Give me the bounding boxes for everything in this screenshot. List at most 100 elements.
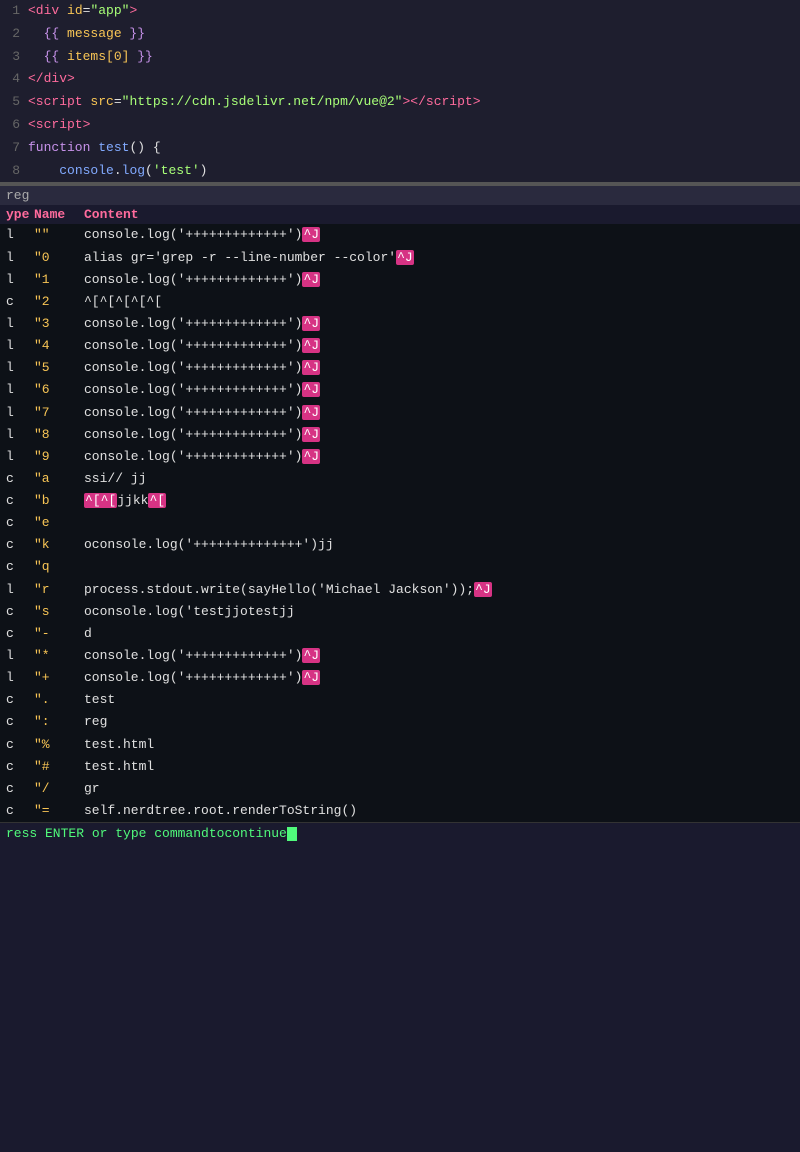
- line-number: 3: [0, 47, 28, 68]
- reg-row: l"8console.log('+++++++++++++')^J: [0, 424, 800, 446]
- reg-row: c"e: [0, 512, 800, 534]
- line-number: 2: [0, 24, 28, 45]
- reg-type: c: [6, 513, 34, 533]
- reg-name: "6: [34, 380, 84, 400]
- reg-name: "": [34, 225, 84, 245]
- reg-type: c: [6, 779, 34, 799]
- code-line: 4</div>: [0, 68, 800, 91]
- reg-content: ^[^[^[^[^[: [84, 292, 794, 312]
- reg-row: c"=self.nerdtree.root.renderToString(): [0, 800, 800, 822]
- code-line: 2 {{ message }}: [0, 23, 800, 46]
- reg-type: l: [6, 403, 34, 423]
- line-content: function test() {: [28, 138, 800, 159]
- reg-type: c: [6, 557, 34, 577]
- line-number: 8: [0, 161, 28, 182]
- reg-row: c"b^[^[jjkk^[: [0, 490, 800, 512]
- reg-name: "9: [34, 447, 84, 467]
- reg-name: "a: [34, 469, 84, 489]
- reg-name: "1: [34, 270, 84, 290]
- code-line: 5<script src="https://cdn.jsdelivr.net/n…: [0, 91, 800, 114]
- reg-type: l: [6, 248, 34, 268]
- reg-content: console.log('+++++++++++++')^J: [84, 403, 794, 423]
- status-text: ress ENTER or type command: [6, 826, 209, 841]
- col-name-header: Name: [34, 207, 84, 222]
- line-number: 6: [0, 115, 28, 136]
- status-continue: continue: [224, 826, 286, 841]
- reg-type: l: [6, 646, 34, 666]
- reg-name: "4: [34, 336, 84, 356]
- code-line: 8 console.log('test'): [0, 160, 800, 183]
- reg-content: process.stdout.write(sayHello('Michael J…: [84, 580, 794, 600]
- reg-type: c: [6, 602, 34, 622]
- reg-row: l"4console.log('+++++++++++++')^J: [0, 335, 800, 357]
- reg-row: l"+console.log('+++++++++++++')^J: [0, 667, 800, 689]
- cursor: [287, 827, 297, 841]
- reg-content: console.log('+++++++++++++')^J: [84, 646, 794, 666]
- reg-name: "k: [34, 535, 84, 555]
- reg-row: c"2^[^[^[^[^[: [0, 291, 800, 313]
- reg-name: "0: [34, 248, 84, 268]
- reg-name: "5: [34, 358, 84, 378]
- reg-type: l: [6, 447, 34, 467]
- reg-row: c".test: [0, 689, 800, 711]
- line-content: console.log('test'): [28, 161, 800, 182]
- reg-content: console.log('+++++++++++++')^J: [84, 425, 794, 445]
- code-line: 6<script>: [0, 114, 800, 137]
- line-number: 5: [0, 92, 28, 113]
- reg-content: oconsole.log('++++++++++++++')jj: [84, 535, 794, 555]
- reg-name: "3: [34, 314, 84, 334]
- reg-name: "%: [34, 735, 84, 755]
- line-content: <div id="app">: [28, 1, 800, 22]
- reg-name: "b: [34, 491, 84, 511]
- reg-content: console.log('+++++++++++++')^J: [84, 270, 794, 290]
- line-content: <script>: [28, 115, 800, 136]
- line-content: </div>: [28, 69, 800, 90]
- reg-type: l: [6, 314, 34, 334]
- reg-content: ssi// jj: [84, 469, 794, 489]
- reg-type: c: [6, 712, 34, 732]
- highlight-ctrl-j: ^J: [396, 250, 414, 265]
- reg-type: l: [6, 380, 34, 400]
- highlight-ctrl-j: ^J: [302, 316, 320, 331]
- reg-name: "/: [34, 779, 84, 799]
- line-number: 1: [0, 1, 28, 22]
- reg-content: self.nerdtree.root.renderToString(): [84, 801, 794, 821]
- highlight-escape: ^[: [148, 493, 166, 508]
- reg-content: oconsole.log('testjjotestjj: [84, 602, 794, 622]
- line-content: {{ items[0] }}: [28, 47, 800, 68]
- reg-type: l: [6, 336, 34, 356]
- reg-row: c"soconsole.log('testjjotestjj: [0, 601, 800, 623]
- reg-name: "#: [34, 757, 84, 777]
- reg-name: ".: [34, 690, 84, 710]
- reg-row: c"koconsole.log('++++++++++++++')jj: [0, 534, 800, 556]
- reg-name: "2: [34, 292, 84, 312]
- reg-type: l: [6, 580, 34, 600]
- line-content: <script src="https://cdn.jsdelivr.net/np…: [28, 92, 800, 113]
- reg-type: c: [6, 491, 34, 511]
- line-number: 4: [0, 69, 28, 90]
- reg-type: c: [6, 757, 34, 777]
- reg-row: c"%test.html: [0, 734, 800, 756]
- reg-name: "r: [34, 580, 84, 600]
- reg-content: console.log('+++++++++++++')^J: [84, 314, 794, 334]
- reg-columns: ype Name Content: [0, 205, 800, 224]
- reg-type: l: [6, 358, 34, 378]
- reg-name: "q: [34, 557, 84, 577]
- reg-name: "s: [34, 602, 84, 622]
- reg-name: ":: [34, 712, 84, 732]
- reg-content: console.log('+++++++++++++')^J: [84, 668, 794, 688]
- reg-row: c"assi// jj: [0, 468, 800, 490]
- highlight-ctrl-j: ^J: [302, 227, 320, 242]
- reg-type: c: [6, 469, 34, 489]
- reg-row: c":reg: [0, 711, 800, 733]
- reg-name: "e: [34, 513, 84, 533]
- reg-row: l"6console.log('+++++++++++++')^J: [0, 379, 800, 401]
- reg-row: l"9console.log('+++++++++++++')^J: [0, 446, 800, 468]
- code-editor: 1<div id="app">2 {{ message }}3 {{ items…: [0, 0, 800, 186]
- reg-row: l"5console.log('+++++++++++++')^J: [0, 357, 800, 379]
- highlight-ctrl-j: ^J: [302, 449, 320, 464]
- reg-content: d: [84, 624, 794, 644]
- highlight-escape: ^[^[: [84, 493, 117, 508]
- reg-type: c: [6, 690, 34, 710]
- reg-row: l"1console.log('+++++++++++++')^J: [0, 269, 800, 291]
